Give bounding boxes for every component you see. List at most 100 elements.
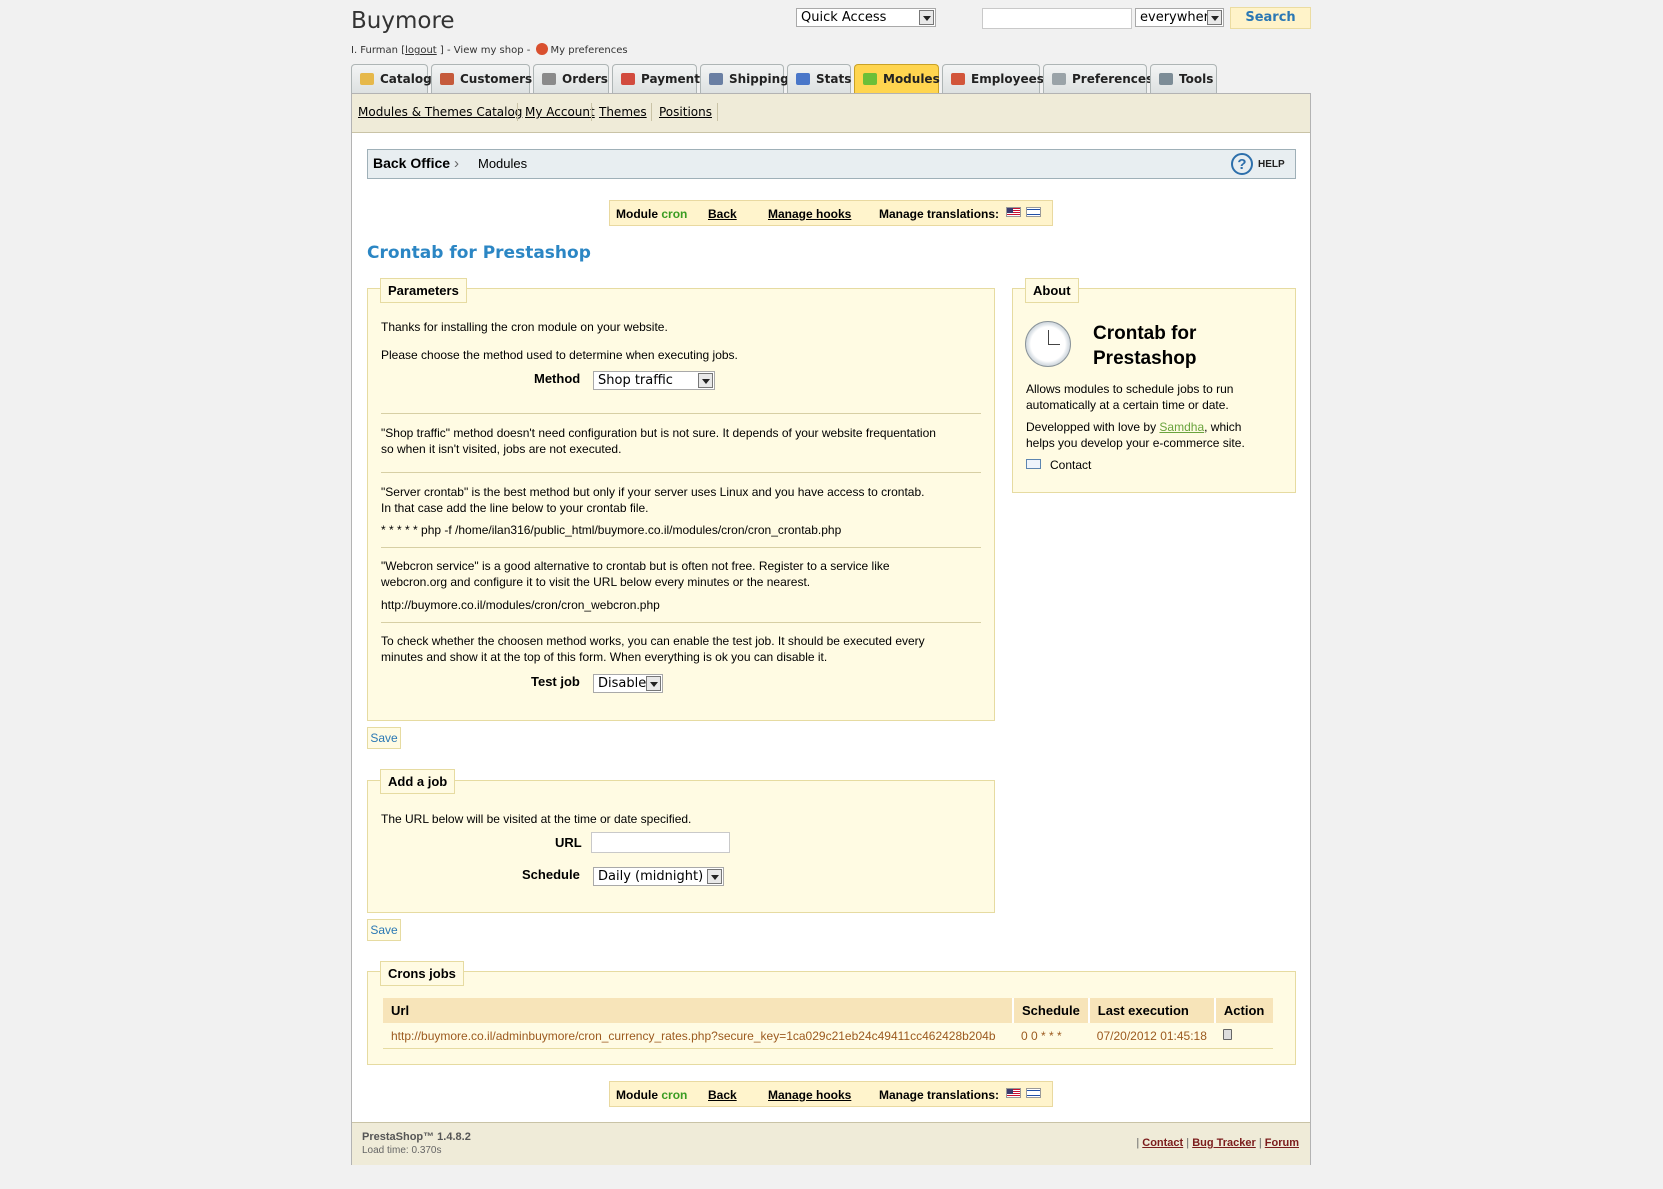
- about-desc-1: Allows modules to schedule jobs to run: [1026, 382, 1234, 396]
- submenu-separator: [717, 103, 718, 121]
- chevron-down-icon: [919, 10, 934, 25]
- add-job-save-button[interactable]: Save: [367, 919, 401, 941]
- tab-payment[interactable]: Payment: [612, 64, 700, 93]
- about-title-line-1: Crontab for: [1093, 323, 1197, 344]
- submenu-themes[interactable]: Themes: [599, 105, 647, 119]
- trash-icon[interactable]: [1222, 1028, 1232, 1040]
- tab-tools[interactable]: Tools: [1150, 64, 1217, 93]
- tab-customers[interactable]: Customers: [431, 64, 532, 93]
- logout-link[interactable]: logout: [405, 45, 437, 56]
- tab-employees[interactable]: Employees: [942, 64, 1044, 93]
- method-select[interactable]: Shop traffic: [593, 371, 715, 390]
- tab-label: Preferences: [1072, 72, 1154, 86]
- crons-jobs-table: Url Schedule Last execution Action http:…: [383, 998, 1273, 1049]
- manage-hooks-link[interactable]: Manage hooks: [768, 207, 851, 221]
- column-header-action: Action: [1214, 998, 1273, 1023]
- search-button[interactable]: Search: [1230, 7, 1311, 29]
- back-link[interactable]: Back: [708, 207, 737, 221]
- search-input[interactable]: [982, 8, 1132, 29]
- contact-link[interactable]: Contact: [1050, 457, 1091, 473]
- truck-icon: [709, 73, 723, 85]
- chevron-down-icon: [1207, 10, 1222, 25]
- column-header-url: Url: [383, 998, 1014, 1023]
- puzzle-icon: [863, 73, 877, 85]
- tab-catalog[interactable]: Catalog: [351, 64, 432, 93]
- webcron-text-2: webcron.org and configure it to visit th…: [381, 575, 811, 589]
- chevron-down-icon: [698, 373, 713, 388]
- user-name: I. Furman: [351, 45, 398, 56]
- test-job-text-1: To check whether the choosen method work…: [381, 634, 925, 648]
- shop-traffic-text-2: so when it isn't visited, jobs are not e…: [381, 442, 622, 456]
- search-scope-value: everywhere: [1140, 10, 1217, 25]
- user-line: I. Furman [logout ] - View my shop - My …: [351, 43, 628, 56]
- schedule-value: Daily (midnight): [598, 869, 704, 884]
- help-label[interactable]: HELP: [1258, 159, 1285, 170]
- view-shop-link[interactable]: View my shop: [454, 45, 524, 56]
- crontab-line: * * * * * php -f /home/ilan316/public_ht…: [381, 523, 842, 537]
- server-crontab-text-2: In that case add the line below to your …: [381, 501, 649, 515]
- cron-last-execution: 07/20/2012 01:45:18: [1088, 1023, 1215, 1049]
- footer-contact-link[interactable]: Contact: [1142, 1137, 1183, 1149]
- add-job-intro: The URL below will be visited at the tim…: [381, 812, 692, 826]
- parameters-intro-1: Thanks for installing the cron module on…: [381, 320, 668, 334]
- divider: [381, 622, 981, 623]
- tab-orders[interactable]: Orders: [533, 64, 609, 93]
- module-label: Module cron: [616, 207, 688, 221]
- tab-stats[interactable]: Stats: [787, 64, 851, 93]
- about-desc-2: automatically at a certain time or date.: [1026, 398, 1229, 412]
- chevron-right-icon: ›: [454, 155, 459, 172]
- tab-modules[interactable]: Modules: [854, 64, 940, 93]
- test-job-label: Test job: [531, 674, 580, 689]
- tab-label: Tools: [1179, 72, 1214, 86]
- parameters-legend: Parameters: [380, 278, 467, 303]
- tab-shipping[interactable]: Shipping: [700, 64, 789, 93]
- back-link[interactable]: Back: [708, 1088, 737, 1102]
- test-job-text-2: minutes and show it at the top of this f…: [381, 650, 828, 664]
- quick-access-select[interactable]: Quick Access: [796, 8, 936, 27]
- footer-forum-link[interactable]: Forum: [1265, 1137, 1299, 1149]
- samdha-link[interactable]: Samdha: [1159, 420, 1204, 434]
- tab-label: Orders: [562, 72, 608, 86]
- module-toolbar-top: Module cron Back Manage hooks Manage tra…: [609, 200, 1053, 226]
- page-title: Crontab for Prestashop: [367, 243, 591, 263]
- add-job-legend: Add a job: [380, 769, 456, 794]
- test-job-select[interactable]: Disable: [593, 674, 663, 693]
- method-value: Shop traffic: [598, 373, 673, 388]
- english-flag-icon[interactable]: [1006, 207, 1021, 217]
- load-time: Load time: 0.370s: [362, 1145, 442, 1156]
- hebrew-flag-icon[interactable]: [1026, 207, 1041, 217]
- submenu-positions[interactable]: Positions: [659, 105, 712, 119]
- footer-bug-tracker-link[interactable]: Bug Tracker: [1192, 1137, 1256, 1149]
- breadcrumb-home[interactable]: Back Office: [373, 155, 450, 171]
- about-dev-suffix: , which: [1204, 420, 1242, 434]
- cron-schedule: 0 0 * * *: [1013, 1023, 1089, 1049]
- help-icon[interactable]: ?: [1231, 153, 1253, 175]
- folder-icon: [360, 73, 374, 85]
- chart-icon: [796, 73, 810, 85]
- footer-separator: |: [1258, 1137, 1262, 1149]
- mail-icon: [1026, 459, 1041, 469]
- schedule-select[interactable]: Daily (midnight): [593, 867, 724, 886]
- hebrew-flag-icon[interactable]: [1026, 1088, 1041, 1098]
- submenu-separator: [651, 103, 652, 121]
- about-legend: About: [1025, 278, 1079, 303]
- manage-hooks-link[interactable]: Manage hooks: [768, 1088, 851, 1102]
- tab-preferences[interactable]: Preferences: [1043, 64, 1153, 93]
- cart-icon: [542, 73, 556, 85]
- manage-translations-label: Manage translations:: [879, 207, 1000, 221]
- bracket-close: ] -: [439, 45, 451, 56]
- about-title: Crontab for Prestashop: [1093, 321, 1196, 371]
- my-preferences-link[interactable]: My preferences: [551, 45, 628, 56]
- parameters-save-button[interactable]: Save: [367, 727, 401, 749]
- search-scope-select[interactable]: everywhere: [1135, 8, 1224, 27]
- tab-label: Payment: [641, 72, 700, 86]
- tab-label: Shipping: [729, 72, 789, 86]
- english-flag-icon[interactable]: [1006, 1088, 1021, 1098]
- url-input[interactable]: [591, 832, 730, 853]
- about-title-line-2: Prestashop: [1093, 348, 1197, 369]
- tab-label: Catalog: [380, 72, 432, 86]
- module-toolbar-bottom: Module cron Back Manage hooks Manage tra…: [609, 1081, 1053, 1107]
- payment-icon: [621, 73, 635, 85]
- submenu-my-account[interactable]: My Account: [525, 105, 595, 119]
- submenu-modules-themes-catalog[interactable]: Modules & Themes Catalog: [358, 105, 522, 119]
